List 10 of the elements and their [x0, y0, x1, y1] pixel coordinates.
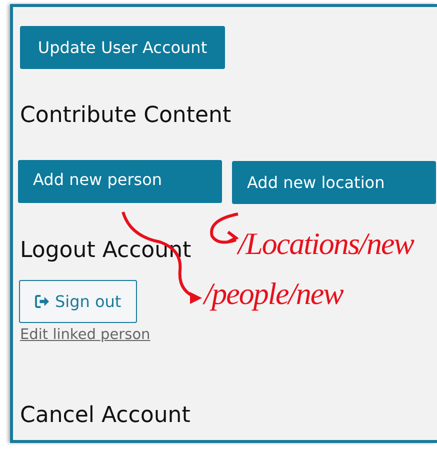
action-button[interactable]: Update User Account: [20, 26, 225, 69]
sign-out-button[interactable]: Sign out: [19, 280, 138, 323]
edit-link[interactable]: Edit linked person: [20, 327, 150, 343]
exit-arrow-icon: [35, 295, 50, 308]
handwritten-note: /Locations/new: [238, 226, 414, 262]
handwritten-note: /people/new: [204, 276, 343, 312]
section-heading: Cancel Account: [20, 403, 190, 430]
section-heading: Contribute Content: [20, 103, 232, 130]
action-button[interactable]: Add new location: [232, 161, 436, 204]
action-button[interactable]: Add new person: [18, 160, 222, 203]
